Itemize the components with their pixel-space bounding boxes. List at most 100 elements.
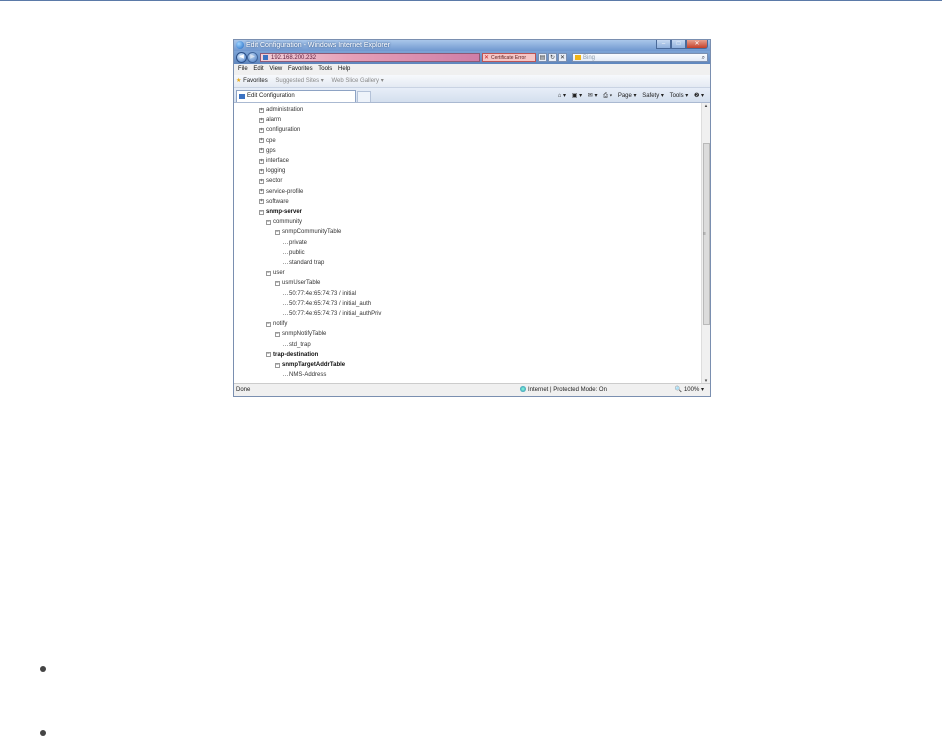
tree-node[interactable]: interface <box>266 157 289 165</box>
menu-view[interactable]: View <box>269 66 282 72</box>
config-tree: administration alarm configuration cpe gps in… <box>234 103 704 385</box>
tree-node-user-table[interactable]: usmUserTable <box>282 279 320 287</box>
expand-plus-icon[interactable] <box>259 199 264 205</box>
expand-plus-icon[interactable] <box>259 138 264 144</box>
status-bar: Done Internet | Protected Mode: On 🔍 100… <box>234 383 710 396</box>
expand-plus-icon[interactable] <box>259 127 264 133</box>
compat-view-icon[interactable]: ▤ <box>538 53 547 62</box>
tools-menu[interactable]: Tools ▾ <box>670 93 689 99</box>
home-icon[interactable]: ⌂ ▾ <box>558 93 566 99</box>
forward-button[interactable]: ▶ <box>247 52 258 63</box>
tree-node[interactable]: configuration <box>266 126 300 134</box>
favorites-bar: ★ Favorites Suggested Sites ▾ Web Slice … <box>234 75 710 88</box>
tree-node-notify[interactable]: notify <box>273 320 287 328</box>
expand-plus-icon[interactable] <box>259 107 264 113</box>
safety-menu[interactable]: Safety ▾ <box>642 93 664 99</box>
tree-leaf[interactable]: 50:77:4e:65:74:73 / initial_authPriv <box>289 310 381 318</box>
tree-node[interactable]: service-profile <box>266 188 303 196</box>
tree-connector <box>283 252 288 254</box>
tree-node-user[interactable]: user <box>273 269 285 277</box>
collapse-minus-icon[interactable] <box>266 352 271 358</box>
tree-leaf[interactable]: standard trap <box>289 259 324 267</box>
menu-tools[interactable]: Tools <box>318 66 332 72</box>
collapse-minus-icon[interactable] <box>275 362 280 368</box>
favorites-button[interactable]: Favorites <box>243 78 268 84</box>
mail-icon[interactable]: ✉ ▾ <box>588 93 598 99</box>
tree-leaf[interactable]: 50:77:4e:65:74:73 / initial_auth <box>289 300 371 308</box>
tree-node[interactable]: sector <box>266 177 282 185</box>
tree-leaf[interactable]: NMS-Address <box>289 371 326 379</box>
certificate-error-button[interactable]: Certificate Error <box>482 53 536 62</box>
tree-node[interactable]: gps <box>266 147 276 155</box>
tree-node[interactable]: administration <box>266 106 303 114</box>
tree-node-target-table[interactable]: snmpTargetAddrTable <box>282 361 345 369</box>
tree-leaf[interactable]: 50:77:4e:65:74:73 / initial <box>289 290 356 298</box>
expand-plus-icon[interactable] <box>259 168 264 174</box>
collapse-minus-icon[interactable] <box>266 270 271 276</box>
bing-icon <box>575 55 581 60</box>
tree-connector <box>283 344 288 346</box>
url-text: 192.168.200.232 <box>271 55 317 61</box>
scroll-up-arrow-icon[interactable]: ▴ <box>702 103 710 110</box>
expand-plus-icon[interactable] <box>259 178 264 184</box>
tree-node[interactable]: logging <box>266 167 285 175</box>
address-buttons: ▤ ↻ ✕ <box>538 53 567 62</box>
print-icon[interactable]: ⎙ ▾ <box>603 93 612 99</box>
tree-node[interactable]: alarm <box>266 116 281 124</box>
search-input[interactable]: Bing ⌕ <box>572 53 708 62</box>
new-tab-button[interactable] <box>357 91 371 102</box>
tree-connector <box>283 375 288 377</box>
maximize-button[interactable]: □ <box>671 40 686 49</box>
tree-node[interactable]: cpe <box>266 137 276 145</box>
collapse-minus-icon[interactable] <box>266 219 271 225</box>
tab-bar: Edit Configuration ⌂ ▾ ▣ ▾ ✉ ▾ ⎙ ▾ Page … <box>234 88 710 103</box>
menu-help[interactable]: Help <box>338 66 350 72</box>
suggested-sites-button[interactable]: Suggested Sites ▾ <box>275 78 323 84</box>
expand-plus-icon[interactable] <box>259 189 264 195</box>
title-bar[interactable]: Edit Configuration - Windows Internet Ex… <box>234 40 710 51</box>
status-text: Done <box>236 387 251 393</box>
refresh-icon[interactable]: ↻ <box>548 53 557 62</box>
menu-edit[interactable]: Edit <box>253 66 263 72</box>
collapse-minus-icon[interactable] <box>275 280 280 286</box>
expand-plus-icon[interactable] <box>259 158 264 164</box>
collapse-minus-icon[interactable] <box>275 229 280 235</box>
security-zone[interactable]: Internet | Protected Mode: On <box>520 384 607 396</box>
bullet-point-icon <box>40 666 46 672</box>
tree-node-trap-destination[interactable]: trap-destination <box>273 351 318 359</box>
tree-node-snmp-server[interactable]: snmp-server <box>266 208 302 216</box>
security-zone-text: Internet | Protected Mode: On <box>528 387 607 393</box>
ie-logo-icon <box>236 41 244 49</box>
tree-leaf[interactable]: public <box>289 249 305 257</box>
command-bar: ⌂ ▾ ▣ ▾ ✉ ▾ ⎙ ▾ Page ▾ Safety ▾ Tools ▾ … <box>554 91 704 101</box>
collapse-minus-icon[interactable] <box>275 331 280 337</box>
feeds-icon[interactable]: ▣ ▾ <box>572 93 582 99</box>
expand-plus-icon[interactable] <box>259 148 264 154</box>
close-button[interactable]: ✕ <box>686 40 708 49</box>
tree-leaf[interactable]: std_trap <box>289 341 311 349</box>
bullet-point-icon <box>40 730 46 736</box>
page-menu[interactable]: Page ▾ <box>618 93 637 99</box>
tree-node-notify-table[interactable]: snmpNotifyTable <box>282 330 326 338</box>
stop-icon[interactable]: ✕ <box>558 53 567 62</box>
vertical-scrollbar[interactable]: ▴ ≡ ▾ <box>701 103 710 385</box>
collapse-minus-icon[interactable] <box>266 321 271 327</box>
url-input[interactable]: 192.168.200.232 <box>260 53 480 62</box>
web-slice-gallery-button[interactable]: Web Slice Gallery ▾ <box>331 78 383 84</box>
tab-edit-configuration[interactable]: Edit Configuration <box>236 90 356 102</box>
help-menu-icon[interactable]: ❷ ▾ <box>694 93 704 99</box>
minimize-button[interactable]: – <box>656 40 671 49</box>
search-icon[interactable]: ⌕ <box>702 54 705 62</box>
expand-plus-icon[interactable] <box>259 117 264 123</box>
tree-node-community[interactable]: community <box>273 218 302 226</box>
menu-file[interactable]: File <box>238 66 248 72</box>
tree-leaf[interactable]: private <box>289 239 307 247</box>
tree-connector <box>283 303 288 305</box>
collapse-minus-icon[interactable] <box>259 209 264 215</box>
tree-node[interactable]: software <box>266 198 289 206</box>
tree-node-community-table[interactable]: snmpCommunityTable <box>282 228 341 236</box>
menu-favorites[interactable]: Favorites <box>288 66 313 72</box>
zoom-level[interactable]: 🔍 100% ▾ <box>675 384 704 396</box>
browser-window: Edit Configuration - Windows Internet Ex… <box>233 39 711 397</box>
back-button[interactable]: ◀ <box>236 52 247 63</box>
